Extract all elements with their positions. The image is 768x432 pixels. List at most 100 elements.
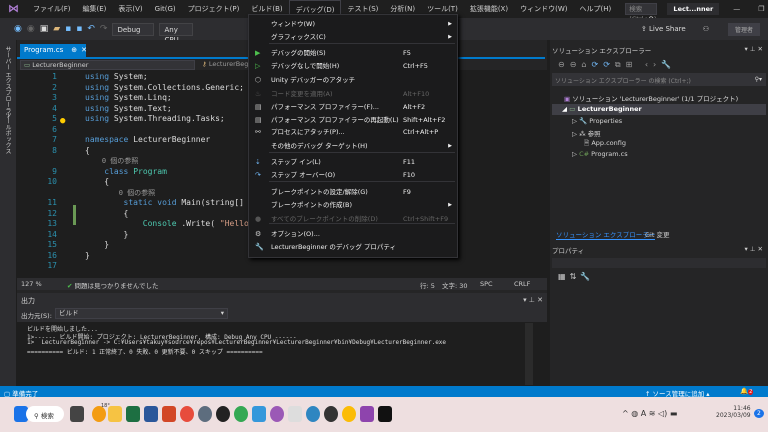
debug-menu-item-1[interactable]: グラフィックス(C) ▶ bbox=[249, 31, 457, 44]
platform-dropdown[interactable]: Any CPU bbox=[159, 22, 194, 44]
tree-project[interactable]: ◢ ▭ LecturerBeginner bbox=[552, 104, 766, 115]
debug-menu-item-5[interactable]: ♨ コード変更を適用(A) Alt+F10 bbox=[249, 88, 457, 101]
excel-icon[interactable] bbox=[126, 406, 140, 422]
profiler-icon: ▤ bbox=[255, 103, 262, 111]
solution-search-input[interactable]: ソリューション エクスプローラー の検索 (Ctrl+;) ⚲▾ bbox=[552, 73, 766, 86]
debug-menu-item-12[interactable]: ブレークポイントの設定/解除(G) F9 bbox=[249, 186, 457, 199]
code-token: using bbox=[85, 114, 110, 123]
panel-close-icon[interactable]: ▾ ⊥ ✕ bbox=[523, 296, 543, 304]
menu-10[interactable]: 拡張機能(X) bbox=[464, 0, 514, 18]
menu-12[interactable]: ヘルプ(H) bbox=[573, 0, 617, 18]
menu-1[interactable]: 編集(E) bbox=[77, 0, 113, 18]
settings-icon[interactable] bbox=[198, 406, 212, 422]
chrome-icon[interactable] bbox=[234, 406, 248, 422]
tree-item-app-config[interactable]: 🗎 App.config bbox=[584, 139, 626, 150]
file-explorer-icon[interactable] bbox=[108, 406, 122, 422]
debug-menu-item-2[interactable]: ▶ デバッグの開始(S) F5 bbox=[249, 47, 457, 60]
phone-link-icon[interactable] bbox=[288, 406, 302, 422]
debug-menu-item-8[interactable]: ⚯ プロセスにアタッチ(P)... Ctrl+Alt+P bbox=[249, 126, 457, 139]
visual-studio-icon[interactable] bbox=[360, 406, 374, 422]
open-folder-icon[interactable]: ▰ bbox=[53, 24, 60, 34]
pin-icon[interactable]: ⊕ bbox=[71, 46, 77, 54]
tree-item-program-cs[interactable]: ▷ C# Program.cs bbox=[572, 150, 628, 158]
notification-badge[interactable]: 2 bbox=[754, 409, 764, 418]
panel-close-icon[interactable]: ▾ ⊥ ✕ bbox=[744, 45, 763, 53]
whitespace-indicator[interactable]: SPC bbox=[480, 280, 493, 288]
line-ending-indicator[interactable]: CRLF bbox=[514, 280, 530, 288]
debug-menu-item-4[interactable]: ⬡ Unity デバッガーのアタッチ bbox=[249, 74, 457, 87]
debug-menu-item-14[interactable]: ● すべてのブレークポイントの削除(D) Ctrl+Shift+F9 bbox=[249, 213, 457, 226]
weather-icon[interactable]: 18° bbox=[92, 403, 110, 422]
forward-icon[interactable]: ◉ bbox=[27, 24, 35, 34]
wrench-icon[interactable]: 🔧 bbox=[661, 60, 676, 69]
debug-menu-item-3[interactable]: ▷ デバッグなしで開始(H) Ctrl+F5 bbox=[249, 60, 457, 73]
taskbar-search[interactable]: ⚲ 検索 bbox=[26, 406, 64, 422]
code-line: } bbox=[85, 251, 95, 260]
project-nav-dropdown[interactable]: ▭ LecturerBeginner bbox=[20, 60, 195, 70]
menu-4[interactable]: プロジェクト(P) bbox=[182, 0, 246, 18]
output-source-dropdown[interactable]: ビルド ▾ bbox=[55, 308, 228, 319]
menu-item-shortcut: Ctrl+F5 bbox=[403, 62, 428, 70]
output-scrollbar[interactable] bbox=[525, 323, 533, 385]
menu-2[interactable]: 表示(V) bbox=[112, 0, 148, 18]
issues-indicator[interactable]: ✔ 問題は見つかりませんでした bbox=[67, 280, 159, 290]
tab-git-changes[interactable]: Git 変更 bbox=[645, 229, 669, 239]
menu-item-label: ステップ オーバー(O) bbox=[271, 171, 336, 179]
config-dropdown[interactable]: Debug bbox=[112, 22, 155, 36]
minimize-button[interactable]: — bbox=[733, 5, 740, 13]
back-icon[interactable]: ◉ bbox=[14, 24, 22, 34]
debug-menu-item-0[interactable]: ウィンドウ(W) ▶ bbox=[249, 18, 457, 31]
powerpoint-icon[interactable] bbox=[162, 406, 176, 422]
new-item-icon[interactable]: ▣ bbox=[40, 24, 49, 34]
menu-3[interactable]: Git(G) bbox=[149, 0, 182, 18]
change-indicator bbox=[73, 205, 76, 225]
toolbox-tab[interactable]: ツールボックス bbox=[3, 112, 12, 154]
property-pages-icon[interactable]: 🔧 bbox=[580, 272, 594, 281]
media-icon[interactable] bbox=[216, 406, 230, 422]
chrome-profile-icon[interactable] bbox=[342, 406, 356, 422]
system-tray[interactable]: ^ ◍ A ≋ ◁) ▬ bbox=[622, 409, 677, 418]
redo-icon[interactable]: ↷ bbox=[100, 24, 108, 34]
close-tab-icon[interactable]: ✕ bbox=[81, 46, 87, 54]
menu-11[interactable]: ウィンドウ(W) bbox=[514, 0, 573, 18]
server-explorer-tab[interactable]: サーバー エクスプローラー bbox=[3, 46, 12, 120]
alphabetical-icon[interactable]: ⇅ bbox=[570, 272, 581, 281]
search-box[interactable]: 検索 (Ctrl+Q)⚲ bbox=[625, 3, 658, 23]
save-all-icon[interactable]: ▪ bbox=[76, 24, 82, 34]
debug-menu-item-11[interactable]: ↷ ステップ オーバー(O) F10 bbox=[249, 169, 457, 182]
save-icon[interactable]: ▪ bbox=[65, 24, 71, 34]
terminal-icon[interactable] bbox=[378, 406, 392, 422]
restore-button[interactable]: ❐ bbox=[758, 5, 764, 13]
clock[interactable]: 11:46 2023/03/09 bbox=[716, 405, 751, 419]
tree-solution[interactable]: ▣ ソリューション 'LecturerBeginner' (1/1 プロジェクト… bbox=[564, 93, 738, 103]
lightbulb-icon[interactable]: ● bbox=[60, 116, 65, 126]
tab-solution-explorer[interactable]: ソリューション エクスプローラー bbox=[556, 229, 656, 240]
undo-icon[interactable]: ↶ bbox=[87, 24, 95, 34]
unity-icon[interactable] bbox=[324, 406, 338, 422]
categorized-icon[interactable]: ▦ bbox=[558, 272, 570, 281]
notifications-icon[interactable]: 🔔2 bbox=[740, 387, 754, 395]
word-icon[interactable] bbox=[144, 406, 158, 422]
task-view-icon[interactable] bbox=[70, 406, 84, 422]
debug-menu-item-6[interactable]: ▤ パフォーマンス プロファイラー(F)... Alt+F2 bbox=[249, 101, 457, 114]
properties-object-dropdown[interactable] bbox=[552, 258, 766, 268]
code-token: using bbox=[85, 93, 110, 102]
menu-0[interactable]: ファイル(F) bbox=[27, 0, 77, 18]
debug-menu-item-16[interactable]: 🔧 LecturerBeginner のデバッグ プロパティ bbox=[249, 241, 457, 254]
live-share-button[interactable]: ⇪ Live Share bbox=[641, 25, 686, 33]
menu-item-shortcut: Ctrl+Shift+F9 bbox=[403, 215, 449, 223]
debug-menu-item-10[interactable]: ⇣ ステップ イン(L) F11 bbox=[249, 156, 457, 169]
paint-icon[interactable] bbox=[252, 406, 266, 422]
debug-menu-item-15[interactable]: ⚙ オプション(O)... bbox=[249, 228, 457, 241]
app-icon-2[interactable] bbox=[306, 406, 320, 422]
debug-menu-item-9[interactable]: その他のデバッグ ターゲット(H) ▶ bbox=[249, 140, 457, 153]
debug-menu-item-13[interactable]: ブレークポイントの作成(B) ▶ bbox=[249, 199, 457, 212]
zoom-dropdown[interactable]: 127 % bbox=[21, 280, 42, 288]
tab-program-cs[interactable]: Program.cs ⊕ ✕ bbox=[20, 44, 87, 57]
panel-close-icon[interactable]: ▾ ⊥ ✕ bbox=[744, 245, 763, 253]
tree-item-references[interactable]: ▷ ⁂ 参照 bbox=[572, 128, 601, 138]
app-icon[interactable] bbox=[180, 406, 194, 422]
tree-item-properties[interactable]: ▷ 🔧 Properties bbox=[572, 117, 622, 125]
app-drop-icon[interactable] bbox=[270, 406, 284, 422]
feedback-icon[interactable]: ⚇ bbox=[703, 25, 709, 33]
